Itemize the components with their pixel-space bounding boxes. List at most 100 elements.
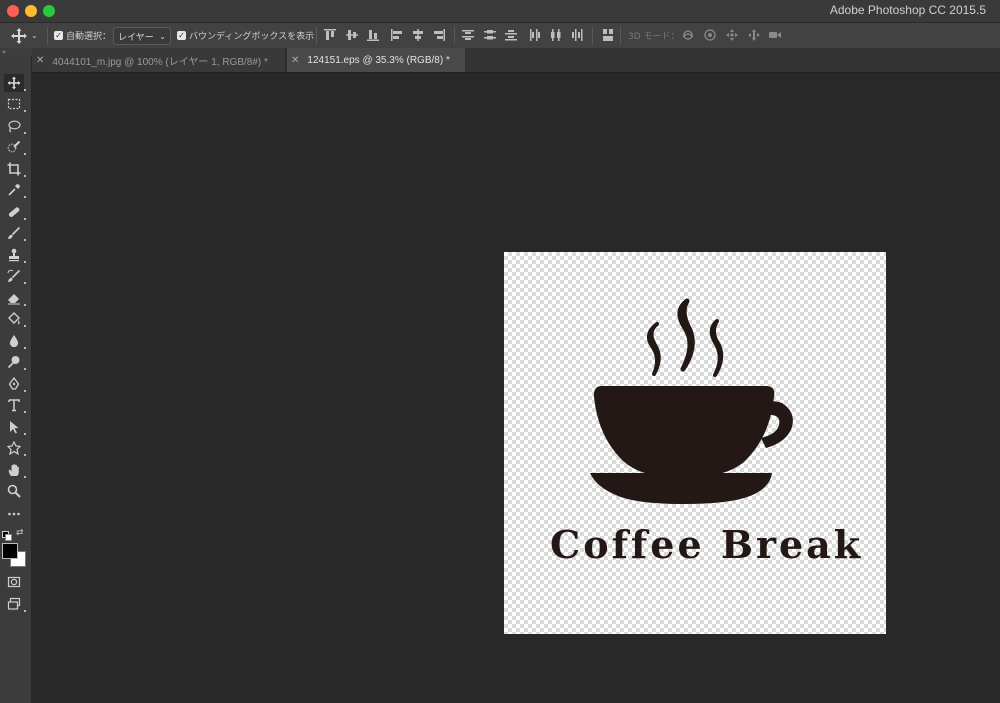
submenu-indicator bbox=[24, 110, 26, 112]
zoom-tool[interactable] bbox=[4, 482, 24, 500]
cup-saucer bbox=[590, 473, 772, 504]
title-bar: Adobe Photoshop CC 2015.5 bbox=[0, 0, 1000, 23]
auto-select-label: 自動選択： bbox=[66, 32, 112, 42]
clone-stamp-tool[interactable] bbox=[4, 246, 26, 264]
document-canvas[interactable]: Coffee Break bbox=[504, 252, 886, 634]
window-maximize-button[interactable] bbox=[43, 5, 55, 17]
distribute-top-icon[interactable] bbox=[461, 28, 475, 42]
auto-select-checkbox[interactable]: ✓ 自動選択： bbox=[54, 23, 111, 48]
hand-icon bbox=[8, 464, 19, 476]
window-minimize-button[interactable] bbox=[25, 5, 37, 17]
submenu-indicator bbox=[24, 347, 26, 349]
chevron-down-icon: ⌄ bbox=[159, 31, 166, 41]
submenu-indicator bbox=[24, 132, 26, 134]
crop-tool-icon bbox=[7, 162, 21, 176]
distribute-left-icon[interactable] bbox=[528, 28, 542, 42]
screen-mode-button[interactable] bbox=[4, 595, 26, 613]
scale-3d-icon[interactable] bbox=[768, 28, 782, 42]
align-right-edges-icon[interactable] bbox=[432, 28, 446, 42]
submenu-indicator bbox=[24, 196, 26, 198]
path-selection-tool[interactable] bbox=[4, 418, 26, 436]
marquee-tool[interactable] bbox=[4, 95, 26, 113]
blur-tool[interactable] bbox=[4, 332, 26, 350]
zoom-icon bbox=[7, 484, 21, 498]
custom-shape-tool[interactable] bbox=[4, 439, 26, 457]
submenu-indicator bbox=[24, 325, 26, 327]
move-tool-icon bbox=[11, 27, 27, 44]
brush-icon bbox=[8, 226, 21, 239]
divider bbox=[47, 27, 48, 44]
cup-body bbox=[593, 386, 775, 475]
pan-3d-icon[interactable] bbox=[725, 28, 739, 42]
auto-align-layers-icon[interactable] bbox=[601, 28, 615, 42]
divider bbox=[454, 27, 455, 44]
close-icon[interactable]: ✕ bbox=[36, 55, 44, 66]
slide-3d-icon[interactable] bbox=[747, 28, 761, 42]
submenu-indicator bbox=[24, 89, 26, 91]
history-brush-icon bbox=[7, 269, 21, 282]
divider bbox=[620, 27, 621, 44]
orbit-3d-icon[interactable] bbox=[681, 28, 695, 42]
align-bottom-edges-icon[interactable] bbox=[366, 28, 380, 42]
coffee-break-text: Coffee Break bbox=[550, 522, 864, 567]
submenu-indicator bbox=[24, 476, 26, 478]
foreground-color-swatch[interactable] bbox=[2, 543, 18, 559]
distribute-vertical-centers-icon[interactable] bbox=[483, 28, 497, 42]
align-left-edges-icon[interactable] bbox=[390, 28, 404, 42]
show-bounding-box-checkbox[interactable]: ✓ バウンディングボックスを表示 bbox=[177, 23, 314, 48]
steam-right bbox=[709, 319, 724, 377]
lasso-tool-icon bbox=[8, 120, 21, 133]
brush-tool[interactable] bbox=[4, 224, 26, 242]
custom-shape-icon bbox=[7, 441, 21, 455]
paint-bucket-icon bbox=[8, 312, 20, 325]
crop-tool[interactable] bbox=[4, 160, 26, 178]
distribute-right-icon[interactable] bbox=[570, 28, 584, 42]
eyedropper-tool[interactable] bbox=[4, 181, 26, 199]
pen-icon bbox=[8, 377, 20, 390]
distribute-bottom-icon[interactable] bbox=[504, 28, 518, 42]
paint-bucket-tool[interactable] bbox=[4, 310, 26, 328]
healing-brush-tool[interactable] bbox=[4, 203, 26, 221]
close-icon[interactable]: ✕ bbox=[291, 55, 299, 66]
eraser-tool[interactable] bbox=[4, 289, 26, 307]
mode-3d-label: 3D モード： bbox=[628, 32, 680, 42]
submenu-indicator bbox=[24, 218, 26, 220]
distribute-horizontal-centers-icon[interactable] bbox=[549, 28, 563, 42]
hand-tool[interactable] bbox=[4, 461, 26, 479]
marquee-tool-icon bbox=[7, 98, 21, 110]
align-vertical-centers-icon[interactable] bbox=[345, 28, 359, 42]
document-tab-bar: ✕ 4044101_m.jpg @ 100% (レイヤー 1, RGB/8#) … bbox=[32, 48, 1000, 73]
submenu-indicator bbox=[24, 411, 26, 413]
toolbar-collapse-handle[interactable]: » bbox=[0, 48, 32, 56]
tool-preset-picker[interactable]: ⌄ bbox=[10, 23, 38, 48]
align-top-edges-icon[interactable] bbox=[323, 28, 337, 42]
dodge-icon bbox=[7, 356, 20, 369]
more-tools-button[interactable] bbox=[4, 505, 24, 523]
quick-mask-button[interactable] bbox=[4, 573, 24, 591]
tab-4044101[interactable]: ✕ 4044101_m.jpg @ 100% (レイヤー 1, RGB/8#) … bbox=[32, 48, 286, 72]
screen-mode-icon bbox=[7, 597, 21, 610]
submenu-indicator bbox=[24, 433, 26, 435]
healing-brush-icon bbox=[8, 207, 20, 217]
path-selection-icon bbox=[10, 421, 19, 434]
submenu-indicator bbox=[24, 282, 26, 284]
history-brush-tool[interactable] bbox=[4, 267, 26, 285]
quick-selection-icon bbox=[7, 140, 21, 153]
swap-colors-icon[interactable]: ⇄ bbox=[16, 528, 24, 538]
auto-select-target-dropdown[interactable]: レイヤー ⌄ bbox=[113, 27, 171, 45]
roll-3d-icon[interactable] bbox=[703, 28, 717, 42]
pen-tool[interactable] bbox=[4, 375, 26, 393]
quick-selection-tool[interactable] bbox=[4, 138, 26, 156]
dodge-tool[interactable] bbox=[4, 353, 26, 371]
type-tool[interactable] bbox=[4, 396, 26, 414]
lasso-tool[interactable] bbox=[4, 117, 26, 135]
window-close-button[interactable] bbox=[7, 5, 19, 17]
tab-124151[interactable]: ✕ 124151.eps @ 35.3% (RGB/8) * bbox=[287, 48, 465, 72]
submenu-indicator bbox=[24, 304, 26, 306]
submenu-indicator bbox=[24, 261, 26, 263]
app-title: Adobe Photoshop CC 2015.5 bbox=[829, 3, 986, 17]
align-horizontal-centers-icon[interactable] bbox=[411, 28, 425, 42]
move-tool[interactable] bbox=[4, 74, 26, 92]
submenu-indicator bbox=[24, 239, 26, 241]
default-colors-icon[interactable] bbox=[2, 531, 12, 541]
